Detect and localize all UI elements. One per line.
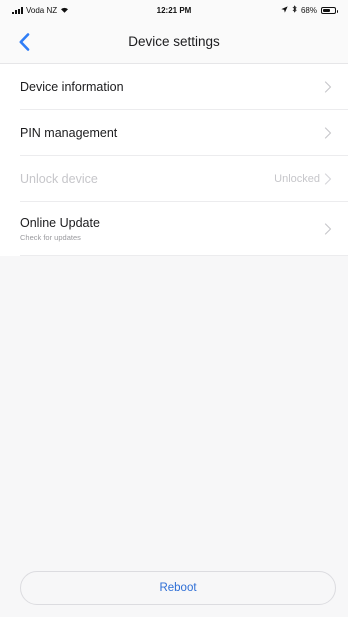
chevron-right-icon — [324, 222, 332, 235]
status-bar: Voda NZ 12:21 PM 68% — [0, 0, 348, 20]
chevron-left-icon — [19, 33, 29, 51]
location-icon — [281, 5, 288, 15]
unlock-status-value: Unlocked — [274, 172, 320, 185]
back-button[interactable] — [10, 28, 38, 56]
bluetooth-icon — [292, 5, 297, 15]
chevron-right-icon — [324, 172, 332, 185]
settings-list: Device information PIN management Unlock… — [0, 64, 348, 256]
navigation-bar: Device settings — [0, 20, 348, 64]
unlock-device-row: Unlock device Unlocked — [20, 156, 348, 202]
online-update-subtitle: Check for updates — [20, 232, 81, 242]
device-information-label: Device information — [20, 79, 124, 94]
online-update-row[interactable]: Online Update Check for updates — [20, 202, 348, 256]
row-text: PIN management — [20, 126, 324, 140]
status-right: 68% — [228, 5, 338, 15]
pin-management-row[interactable]: PIN management — [20, 110, 348, 156]
unlock-device-label: Unlock device — [20, 171, 98, 186]
chevron-right-icon — [324, 80, 332, 93]
status-time: 12:21 PM — [156, 5, 192, 15]
pin-management-label: PIN management — [20, 125, 118, 140]
device-settings-screen: Voda NZ 12:21 PM 68% Device settings Dev… — [0, 0, 348, 617]
chevron-right-icon — [324, 126, 332, 139]
signal-icon — [12, 6, 23, 14]
wifi-icon — [60, 6, 69, 15]
battery-level — [323, 8, 331, 12]
online-update-label: Online Update — [20, 215, 100, 230]
row-text: Unlock device — [20, 172, 274, 186]
row-text: Online Update Check for updates — [20, 216, 324, 242]
battery-percent: 68% — [300, 5, 317, 15]
carrier-label: Voda NZ — [26, 5, 58, 15]
row-text: Device information — [20, 80, 324, 94]
battery-icon — [321, 6, 338, 14]
status-left: Voda NZ — [12, 6, 120, 15]
reboot-button[interactable]: Reboot — [20, 571, 336, 605]
reboot-label: Reboot — [159, 582, 197, 594]
page-title: Device settings — [128, 34, 220, 49]
device-information-row[interactable]: Device information — [20, 64, 348, 110]
